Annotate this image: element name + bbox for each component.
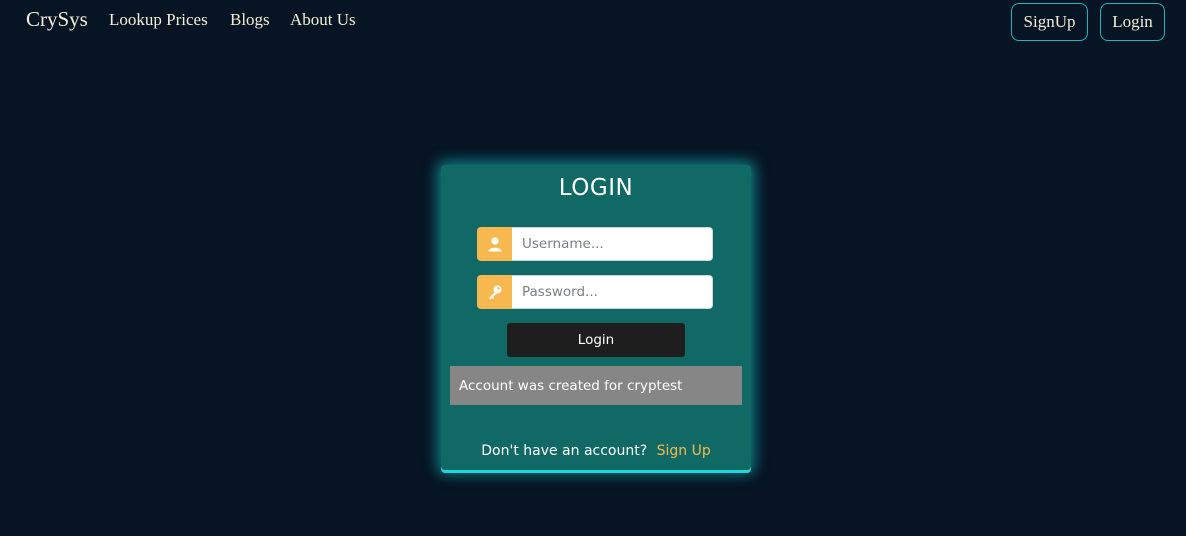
password-input-group: [477, 275, 713, 309]
username-input-group: [477, 227, 713, 261]
user-icon: [477, 227, 512, 261]
brand-logo[interactable]: CrySys: [26, 7, 88, 32]
signup-link[interactable]: Sign Up: [657, 443, 711, 459]
login-submit-button[interactable]: Login: [507, 323, 685, 357]
navbar: CrySys Lookup Prices Blogs About Us Sign…: [0, 0, 1186, 48]
login-nav-button[interactable]: Login: [1100, 3, 1165, 41]
signup-nav-button[interactable]: SignUp: [1011, 3, 1088, 41]
nav-link-lookup-prices[interactable]: Lookup Prices: [109, 10, 208, 30]
account-created-message: Account was created for cryptest: [450, 366, 742, 405]
username-input[interactable]: [512, 227, 713, 261]
key-icon: [477, 275, 512, 309]
signup-prompt-text: Don't have an account?: [481, 443, 648, 459]
signup-prompt-row: Don't have an account? Sign Up: [441, 443, 751, 459]
login-title: LOGIN: [558, 175, 634, 201]
nav-link-blogs[interactable]: Blogs: [230, 10, 270, 30]
password-input[interactable]: [512, 275, 713, 309]
login-card: LOGIN Login Account was created for cryp…: [441, 165, 751, 470]
nav-link-about-us[interactable]: About Us: [290, 10, 356, 30]
